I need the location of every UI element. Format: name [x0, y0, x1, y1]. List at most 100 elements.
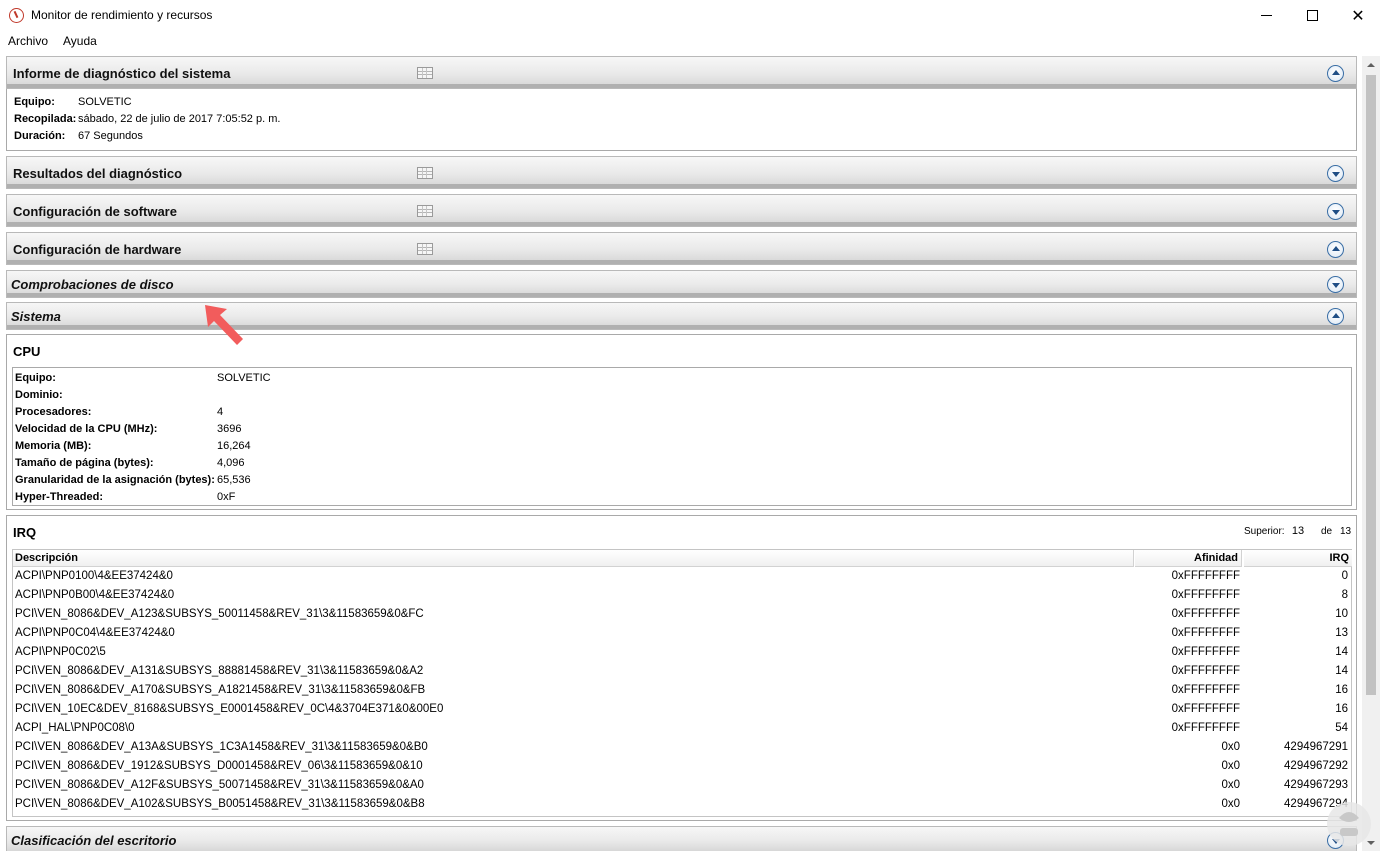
field-label: Equipo: — [14, 96, 55, 108]
maximize-button[interactable] — [1289, 0, 1335, 31]
section-resultados-header[interactable]: Resultados del diagnóstico — [6, 156, 1357, 189]
column-header-irq[interactable]: IRQ — [1244, 550, 1352, 567]
section-escritorio-title: Clasificación del escritorio — [11, 833, 177, 848]
cpu-field-label: Velocidad de la CPU (MHz): — [15, 423, 158, 435]
irq-title: IRQ — [13, 525, 37, 540]
perfmon-app-icon — [9, 8, 24, 23]
section-informe-title: Informe de diagnóstico del sistema — [13, 66, 231, 81]
table-row[interactable]: PCI\VEN_8086&DEV_1912&SUBSYS_D0001458&RE… — [13, 758, 1351, 777]
expand-icon[interactable] — [1327, 165, 1344, 182]
table-row[interactable]: ACPI\PNP0B00\4&EE37424&0 0xFFFFFFFF 8 — [13, 587, 1351, 606]
cell-afinidad: 0x0 — [1221, 741, 1240, 753]
cell-afinidad: 0xFFFFFFFF — [1171, 722, 1240, 734]
cell-afinidad: 0xFFFFFFFF — [1171, 703, 1240, 715]
cell-afinidad: 0xFFFFFFFF — [1171, 570, 1240, 582]
close-button[interactable]: ✕ — [1335, 0, 1380, 31]
table-view-icon[interactable] — [417, 67, 433, 79]
cell-afinidad: 0xFFFFFFFF — [1171, 589, 1240, 601]
section-software-header[interactable]: Configuración de software — [6, 194, 1357, 227]
expand-icon[interactable] — [1327, 276, 1344, 293]
table-row[interactable]: PCI\VEN_8086&DEV_A13A&SUBSYS_1C3A1458&RE… — [13, 739, 1351, 758]
cell-descripcion: PCI\VEN_8086&DEV_A12F&SUBSYS_50071458&RE… — [15, 779, 424, 791]
column-header-afinidad[interactable]: Afinidad — [1135, 550, 1242, 567]
irq-panel: IRQ Superior: 13 de 13 Descripción Afini… — [6, 515, 1357, 821]
expand-icon[interactable] — [1327, 203, 1344, 220]
cell-irq: 4294967293 — [1284, 779, 1348, 791]
superior-input[interactable]: 13 — [1287, 525, 1309, 537]
field-value: sábado, 22 de julio de 2017 7:05:52 p. m… — [78, 113, 281, 125]
cell-afinidad: 0x0 — [1221, 760, 1240, 772]
section-disco-header[interactable]: Comprobaciones de disco — [6, 270, 1357, 298]
table-row[interactable]: ACPI_HAL\PNP0C08\0 0xFFFFFFFF 54 — [13, 720, 1351, 739]
section-informe-body: Equipo: SOLVETIC Recopilada: sábado, 22 … — [6, 89, 1357, 151]
scroll-up-button[interactable] — [1362, 56, 1380, 73]
collapse-icon[interactable] — [1327, 65, 1344, 82]
cpu-title: CPU — [13, 344, 41, 359]
de-label: de — [1321, 526, 1333, 537]
section-resultados-title: Resultados del diagnóstico — [13, 166, 183, 181]
cpu-field-label: Granularidad de la asignación (bytes): — [15, 474, 215, 486]
cell-afinidad: 0xFFFFFFFF — [1171, 627, 1240, 639]
cell-irq: 16 — [1335, 703, 1348, 715]
cell-irq: 14 — [1335, 646, 1348, 658]
cpu-field-value: 65,536 — [217, 474, 251, 486]
maximize-icon — [1306, 10, 1318, 21]
cpu-field-value: 3696 — [217, 423, 242, 435]
section-informe-header[interactable]: Informe de diagnóstico del sistema — [6, 56, 1357, 89]
cell-descripcion: PCI\VEN_8086&DEV_A102&SUBSYS_B0051458&RE… — [15, 798, 425, 810]
cpu-field-label: Procesadores: — [15, 406, 92, 418]
minimize-button[interactable] — [1243, 0, 1289, 31]
arrow-up-icon — [1367, 62, 1375, 67]
column-header-descripcion[interactable]: Descripción — [13, 550, 1134, 567]
cell-descripcion: ACPI\PNP0100\4&EE37424&0 — [15, 570, 173, 582]
section-hardware-header[interactable]: Configuración de hardware — [6, 232, 1357, 265]
cell-irq: 8 — [1341, 589, 1348, 601]
table-view-icon[interactable] — [417, 243, 433, 255]
vertical-scrollbar[interactable] — [1362, 56, 1380, 851]
scroll-thumb[interactable] — [1366, 75, 1376, 695]
cell-descripcion: ACPI_HAL\PNP0C08\0 — [15, 722, 135, 734]
table-row[interactable]: PCI\VEN_8086&DEV_A102&SUBSYS_B0051458&RE… — [13, 796, 1351, 815]
field-value: 67 Segundos — [78, 130, 143, 142]
table-row[interactable]: PCI\VEN_10EC&DEV_8168&SUBSYS_E0001458&RE… — [13, 701, 1351, 720]
cell-descripcion: ACPI\PNP0C04\4&EE37424&0 — [15, 627, 175, 639]
cpu-field-label: Hyper-Threaded: — [15, 491, 104, 503]
section-escritorio-header[interactable]: Clasificación del escritorio — [6, 826, 1357, 851]
cpu-field-label: Equipo: — [15, 372, 56, 384]
cell-descripcion: PCI\VEN_8086&DEV_A123&SUBSYS_50011458&RE… — [15, 608, 424, 620]
cpu-field-label: Dominio: — [15, 389, 63, 401]
menu-ayuda[interactable]: Ayuda — [63, 34, 97, 48]
cell-irq: 0 — [1341, 570, 1348, 582]
cpu-panel: CPU Equipo: SOLVETIC Dominio: Procesador… — [6, 334, 1357, 510]
table-row[interactable]: ACPI\PNP0C02\5 0xFFFFFFFF 14 — [13, 644, 1351, 663]
table-row[interactable]: ACPI\PNP0C04\4&EE37424&0 0xFFFFFFFF 13 — [13, 625, 1351, 644]
table-row[interactable]: ACPI\PNP0100\4&EE37424&0 0xFFFFFFFF 0 — [13, 568, 1351, 587]
cell-descripcion: ACPI\PNP0C02\5 — [15, 646, 106, 658]
window-title: Monitor de rendimiento y recursos — [31, 8, 213, 22]
table-view-icon[interactable] — [417, 167, 433, 179]
minimize-icon — [1260, 15, 1272, 16]
cell-descripcion: PCI\VEN_10EC&DEV_8168&SUBSYS_E0001458&RE… — [15, 703, 444, 715]
cpu-field-value: 16,264 — [217, 440, 251, 452]
table-row[interactable]: PCI\VEN_8086&DEV_A12F&SUBSYS_50071458&RE… — [13, 777, 1351, 796]
table-view-icon[interactable] — [417, 205, 433, 217]
cell-irq: 14 — [1335, 665, 1348, 677]
cpu-field-label: Memoria (MB): — [15, 440, 92, 452]
de-total: 13 — [1340, 526, 1352, 537]
cpu-field-value: SOLVETIC — [217, 372, 271, 384]
cpu-field-value: 4 — [217, 406, 224, 418]
table-row[interactable]: PCI\VEN_8086&DEV_A170&SUBSYS_A1821458&RE… — [13, 682, 1351, 701]
cell-descripcion: PCI\VEN_8086&DEV_A170&SUBSYS_A1821458&RE… — [15, 684, 426, 696]
collapse-icon[interactable] — [1327, 241, 1344, 258]
menu-bar: Archivo Ayuda — [0, 31, 1380, 51]
cell-afinidad: 0x0 — [1221, 798, 1240, 810]
cell-afinidad: 0xFFFFFFFF — [1171, 608, 1240, 620]
section-software-title: Configuración de software — [13, 204, 177, 219]
table-row[interactable]: PCI\VEN_8086&DEV_A123&SUBSYS_50011458&RE… — [13, 606, 1351, 625]
menu-archivo[interactable]: Archivo — [8, 34, 48, 48]
close-icon: ✕ — [1351, 5, 1365, 25]
table-row[interactable]: PCI\VEN_8086&DEV_A131&SUBSYS_88881458&RE… — [13, 663, 1351, 682]
cell-irq: 54 — [1335, 722, 1348, 734]
collapse-icon[interactable] — [1327, 308, 1344, 325]
cell-descripcion: PCI\VEN_8086&DEV_1912&SUBSYS_D0001458&RE… — [15, 760, 423, 772]
